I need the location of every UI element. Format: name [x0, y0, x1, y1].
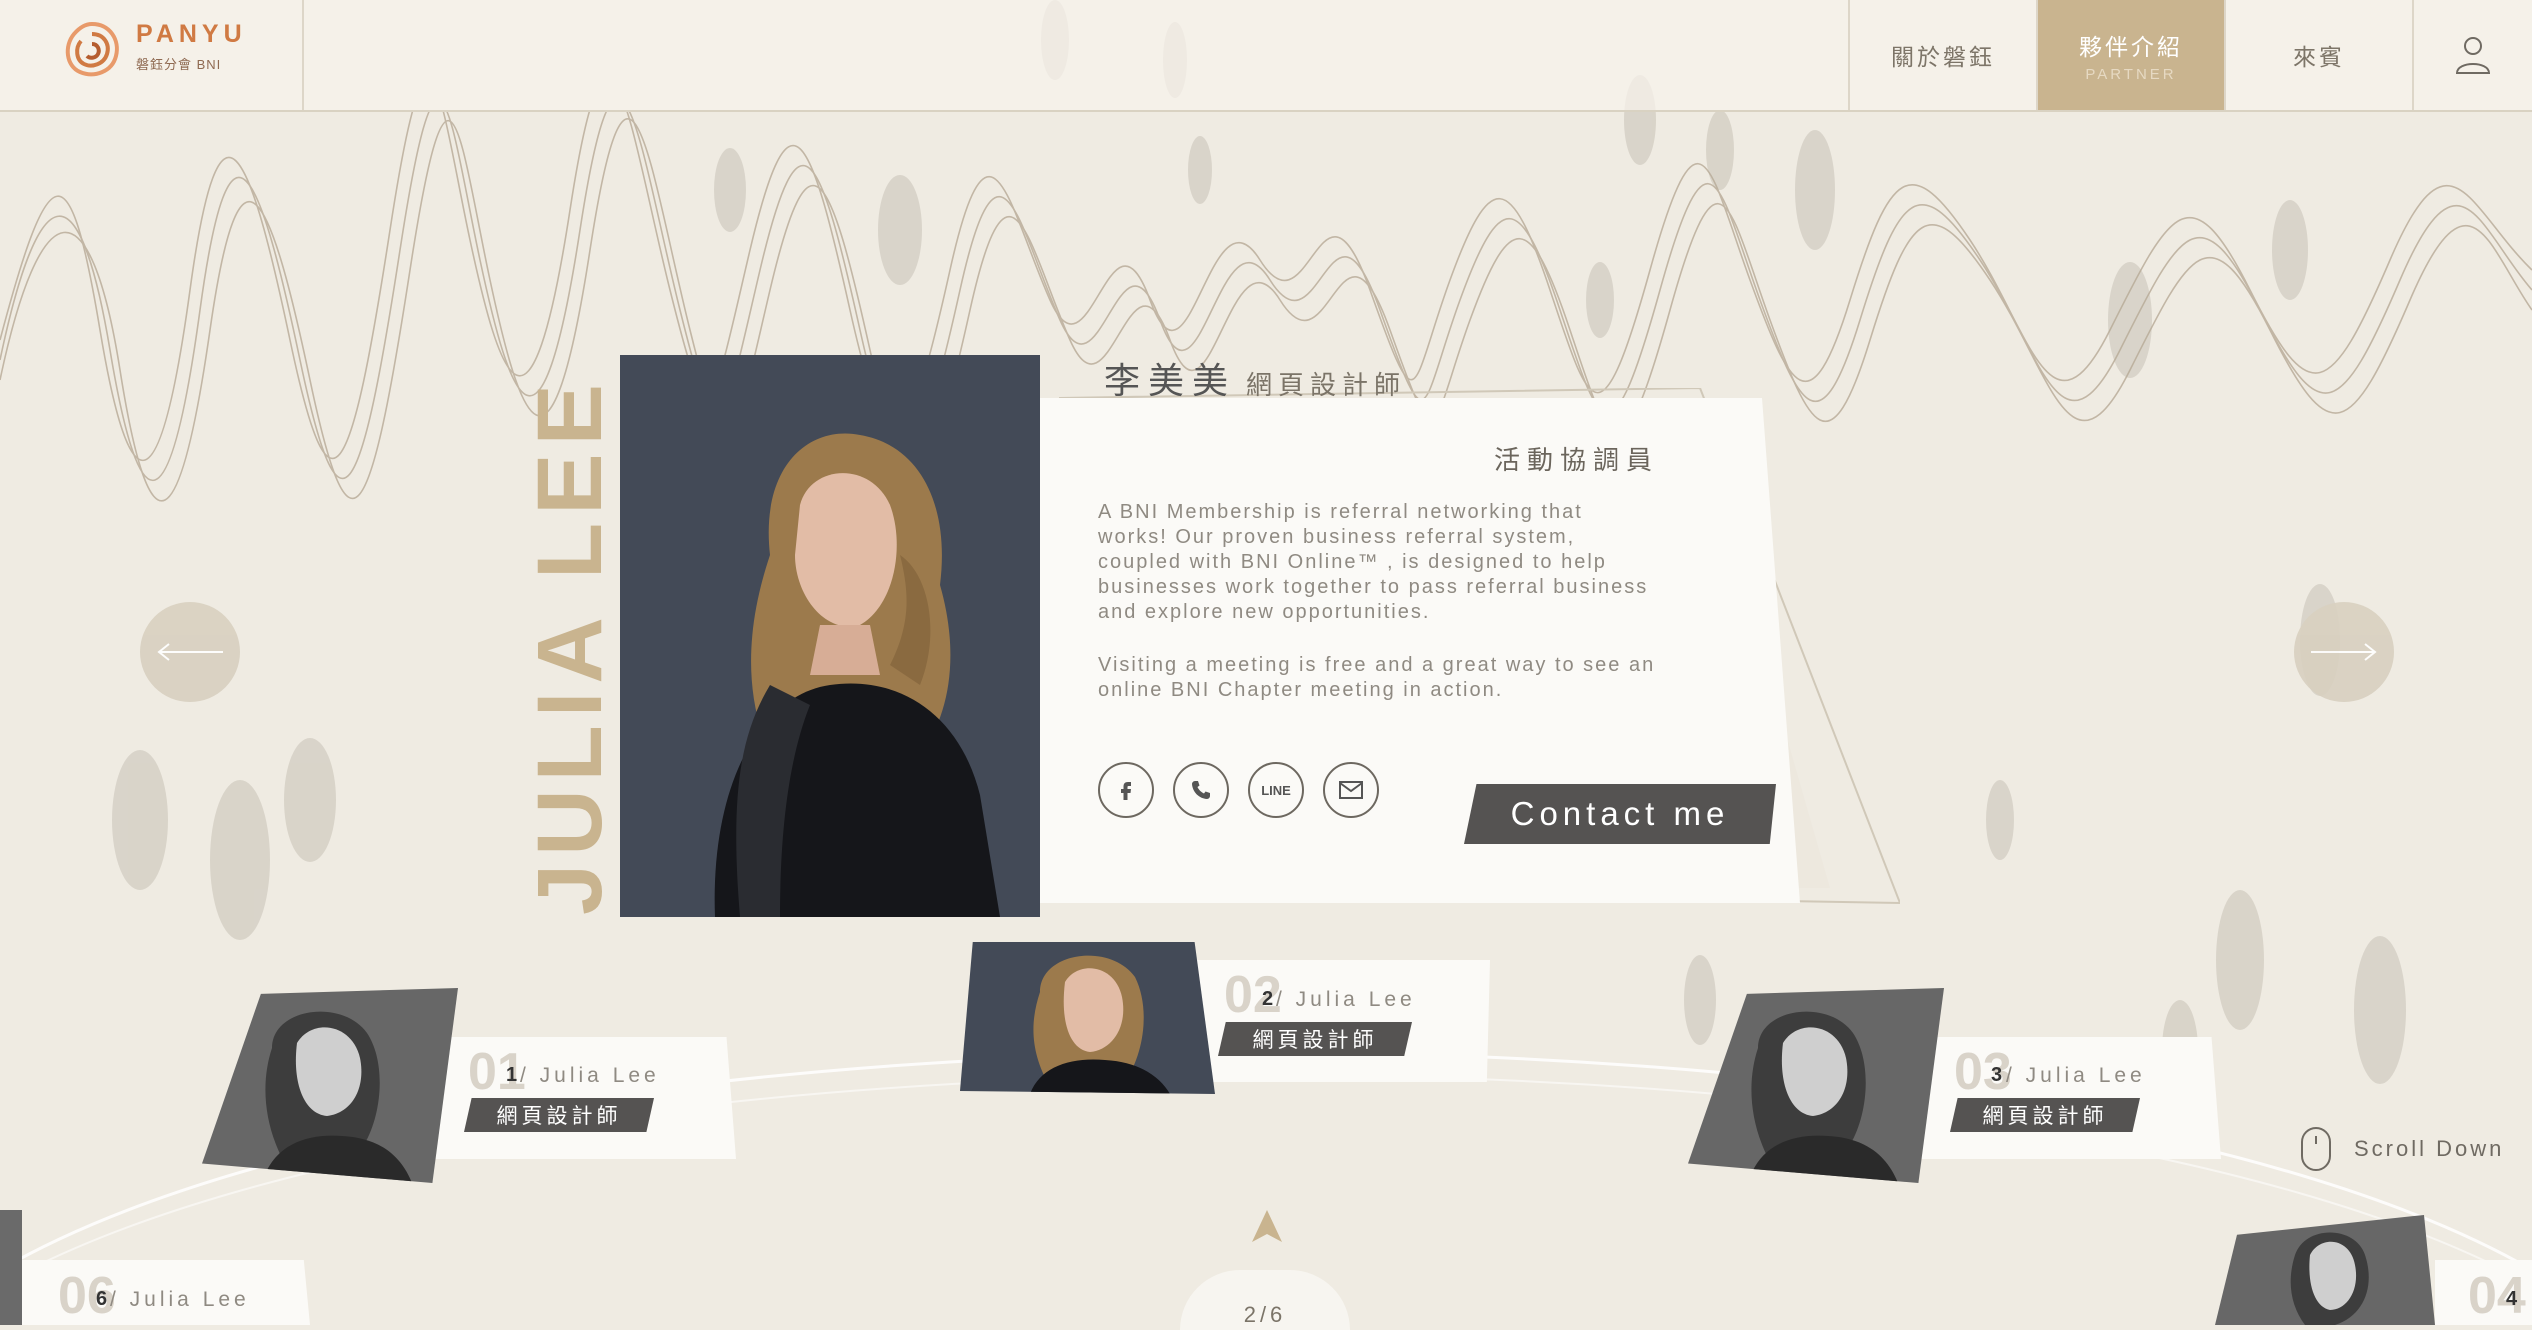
bio-paragraph: A BNI Membership is referral networking … [1098, 501, 1649, 623]
nav-partner-label: 夥伴介紹 [2079, 33, 2183, 60]
nav-guest[interactable]: 來賓 [2224, 0, 2412, 110]
nav-about[interactable]: 關於磐鈺 [1848, 0, 2036, 110]
person-role: 活動協調員 [1494, 445, 1660, 475]
prev-arrow-button[interactable] [140, 602, 240, 702]
english-name-text: JULIA LEE [518, 375, 621, 915]
panyu-logo-icon [65, 21, 119, 77]
scroll-down-label: Scroll Down [2354, 1136, 2505, 1161]
caret-up-icon [1252, 1210, 1282, 1242]
thumbnail-number-02: 02 [1224, 966, 1282, 1024]
user-account-button[interactable] [2412, 0, 2532, 110]
portrait-thumbnail-image [960, 942, 1215, 1094]
thumbnail-index-02: 2 [1262, 988, 1274, 1010]
phone-button[interactable] [1173, 762, 1229, 818]
line-icon: LINE [1261, 782, 1291, 798]
portrait-image [620, 355, 1040, 917]
thumbnail-number-04: 04 [2468, 1267, 2526, 1325]
thumbnail-role-03: 網頁設計師 [1950, 1098, 2140, 1132]
next-arrow-button[interactable] [2294, 602, 2394, 702]
arrow-left-icon [157, 643, 223, 661]
thumbnail-role-02: 網頁設計師 [1218, 1022, 1412, 1056]
pager-text: 2/6 [1243, 1302, 1287, 1327]
person-name: 李美美 [1104, 360, 1237, 401]
thumbnail-index-03: 3 [1991, 1064, 2003, 1086]
thumbnail-name-01: / Julia Lee [520, 1064, 660, 1087]
brand-name: PANYU [136, 20, 247, 48]
top-header: PANYU 磐鈺分會 BNI 關於磐鈺 夥伴介紹 PARTNER 來賓 [0, 0, 2532, 112]
thumbnail-number-06: 06 [58, 1267, 116, 1325]
profile-photo [620, 355, 1040, 917]
brand-logo[interactable]: PANYU 磐鈺分會 BNI [60, 10, 300, 100]
phone-icon [1192, 781, 1210, 799]
nav-guest-label: 來賓 [2293, 44, 2345, 70]
nav-partner-sub: PARTNER [2085, 65, 2177, 83]
thumbnail-index-04: 4 [2506, 1288, 2518, 1310]
scroll-down-button[interactable]: Scroll Down [2300, 1126, 2504, 1172]
mail-icon [1339, 781, 1363, 799]
logo-divider [302, 0, 304, 110]
thumbnail-name-03: / Julia Lee [2006, 1064, 2146, 1087]
thumbnail-index-06: 6 [96, 1288, 108, 1310]
thumbnail-photo-02[interactable] [960, 942, 1215, 1094]
nav-partner[interactable]: 夥伴介紹 PARTNER [2036, 0, 2224, 110]
mouse-icon [2301, 1127, 2331, 1171]
brand-tagline: 磐鈺分會 BNI [136, 57, 222, 72]
bio-paragraph: Visiting a meeting is free and a great w… [1098, 654, 1656, 701]
thumbnail-card-02[interactable] [1175, 960, 1490, 1082]
contact-me-button[interactable]: Contact me [1464, 784, 1776, 844]
email-button[interactable] [1323, 762, 1379, 818]
arrow-right-icon [2311, 643, 2377, 661]
facebook-icon [1121, 782, 1131, 800]
profile-bio: A BNI Membership is referral networking … [1098, 500, 1658, 731]
person-title: 網頁設計師 [1246, 370, 1407, 400]
line-button[interactable]: LINE [1248, 762, 1304, 818]
thumbnail-number-03: 03 [1954, 1043, 2012, 1101]
user-icon [2455, 37, 2491, 74]
facebook-button[interactable] [1098, 762, 1154, 818]
thumbnail-name-02: / Julia Lee [1276, 988, 1416, 1011]
thumbnail-number-01: 01 [468, 1043, 526, 1101]
thumbnail-photo-06[interactable] [0, 1210, 22, 1325]
nav-about-label: 關於磐鈺 [1891, 44, 1995, 70]
carousel-up-button[interactable] [1250, 1208, 1284, 1249]
vertical-english-name: JULIA LEE [519, 376, 621, 915]
thumbnail-index-01: 1 [506, 1064, 518, 1086]
thumbnail-name-06: / Julia Lee [110, 1288, 250, 1311]
thumbnail-role-01: 網頁設計師 [464, 1098, 654, 1132]
